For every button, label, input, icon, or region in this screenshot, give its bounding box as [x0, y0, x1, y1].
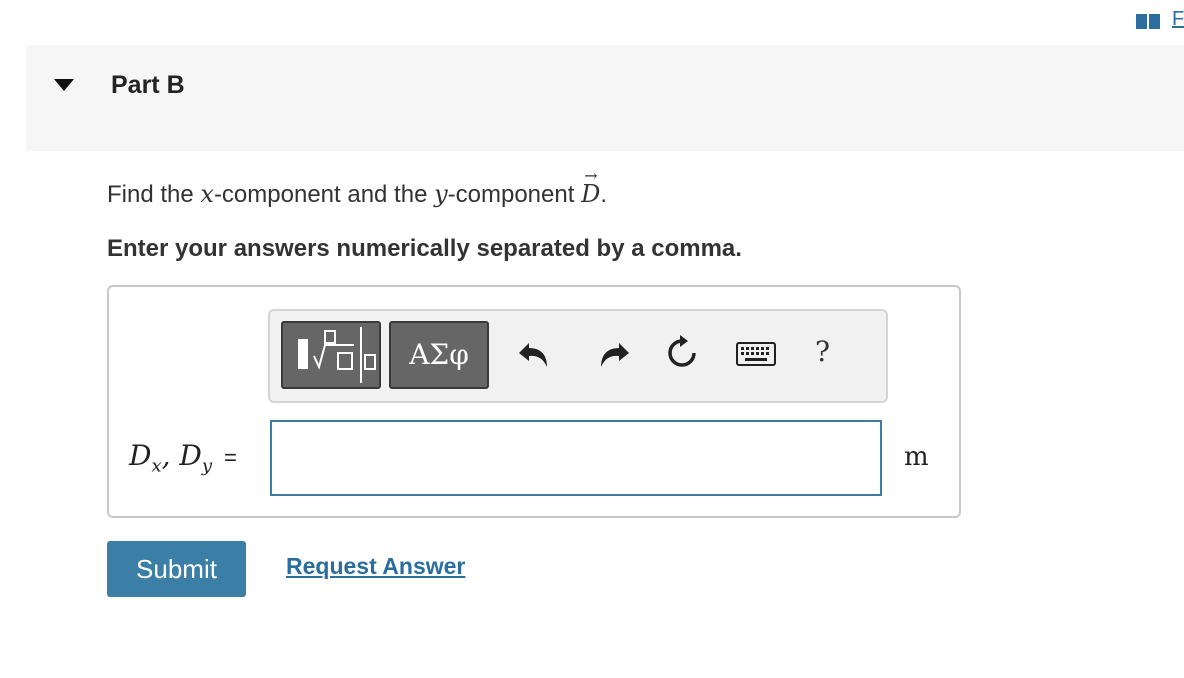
question-text-end: . — [600, 181, 607, 208]
help-icon[interactable]: ? — [815, 335, 830, 368]
question-text-comp: -component — [447, 181, 582, 208]
request-answer-link[interactable]: Request Answer — [286, 553, 465, 580]
answer-label: Dx, Dy = — [129, 439, 237, 477]
redo-icon[interactable] — [593, 333, 633, 373]
answer-box: ΑΣφ ? Dx, Dy = m — [107, 285, 961, 518]
question-var-x: x — [200, 180, 214, 208]
answer-label-sub-x: x — [151, 455, 162, 477]
math-toolbar: ΑΣφ ? — [268, 309, 888, 403]
question-text: Find the x-component and the y-component… — [107, 166, 607, 209]
reset-icon[interactable] — [662, 333, 702, 373]
question-text-mid: -component and the — [213, 181, 435, 208]
part-header[interactable]: Part B — [26, 45, 1184, 151]
unit-label: m — [904, 442, 929, 472]
answer-label-d1: D — [129, 439, 152, 472]
part-title: Part B — [111, 71, 185, 99]
corner-link[interactable]: F — [1172, 8, 1184, 31]
question-text-find: Find the — [107, 181, 201, 208]
templates-icon — [298, 327, 376, 383]
vector-d: → D — [581, 166, 600, 208]
answer-label-sep: , — [161, 439, 180, 472]
instruction-text: Enter your answers numerically separated… — [107, 235, 742, 262]
vector-arrow: → — [584, 166, 598, 185]
answer-label-d2: D — [179, 439, 202, 472]
undo-icon[interactable] — [515, 333, 555, 373]
submit-button[interactable]: Submit — [107, 541, 246, 597]
keyboard-icon[interactable] — [735, 333, 777, 373]
answer-label-sub-y: y — [201, 455, 213, 477]
answer-input[interactable] — [270, 420, 882, 496]
answer-label-equals: = — [224, 445, 237, 470]
collapse-triangle-icon[interactable] — [54, 79, 74, 91]
question-var-y: y — [434, 180, 448, 208]
symbols-button[interactable]: ΑΣφ — [389, 321, 489, 389]
templates-button[interactable] — [281, 321, 381, 389]
